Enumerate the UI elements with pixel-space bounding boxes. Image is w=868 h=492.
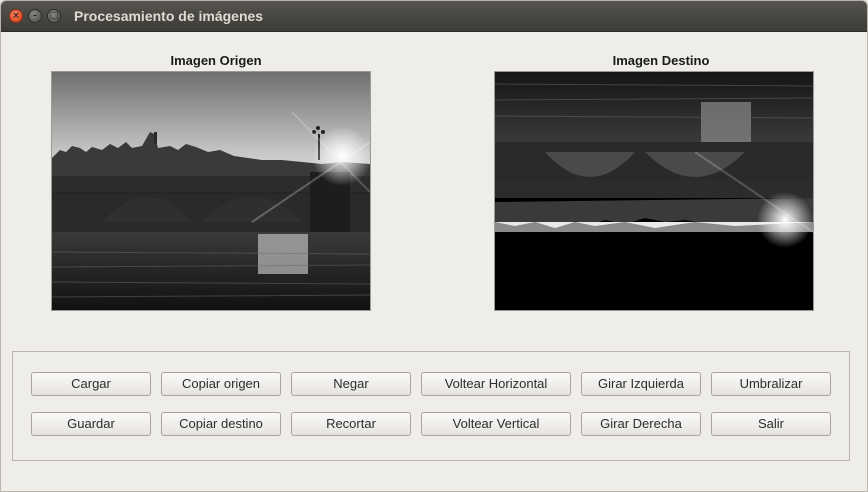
girar-izquierda-button[interactable]: Girar Izquierda: [581, 372, 701, 396]
voltear-horizontal-button[interactable]: Voltear Horizontal: [421, 372, 571, 396]
source-image: [51, 71, 371, 311]
minimize-window-button[interactable]: –: [28, 9, 42, 23]
voltear-vertical-button[interactable]: Voltear Vertical: [421, 412, 571, 436]
maximize-icon: □: [49, 11, 59, 21]
close-window-button[interactable]: ×: [9, 9, 23, 23]
maximize-window-button[interactable]: □: [47, 9, 61, 23]
button-panel: [12, 351, 850, 461]
window-title: Procesamiento de imágenes: [74, 8, 264, 24]
minimize-icon: –: [32, 11, 38, 21]
negar-button[interactable]: Negar: [291, 372, 411, 396]
destination-image: [494, 71, 814, 311]
recortar-button[interactable]: Recortar: [291, 412, 411, 436]
guardar-button[interactable]: Guardar: [31, 412, 151, 436]
umbralizar-button[interactable]: Umbralizar: [711, 372, 831, 396]
destination-image-label: Imagen Destino: [612, 53, 710, 68]
title-bar[interactable]: × – □ Procesamiento de imágenes: [1, 1, 867, 32]
copiar-origen-button[interactable]: Copiar origen: [161, 372, 281, 396]
source-image-label: Imagen Origen: [170, 53, 262, 68]
cargar-button[interactable]: Cargar: [31, 372, 151, 396]
girar-derecha-button[interactable]: Girar Derecha: [581, 412, 701, 436]
app-window: × – □ Procesamiento de imágenes Imagen O…: [0, 0, 868, 492]
close-icon: ×: [12, 11, 20, 21]
salir-button[interactable]: Salir: [711, 412, 831, 436]
copiar-destino-button[interactable]: Copiar destino: [161, 412, 281, 436]
